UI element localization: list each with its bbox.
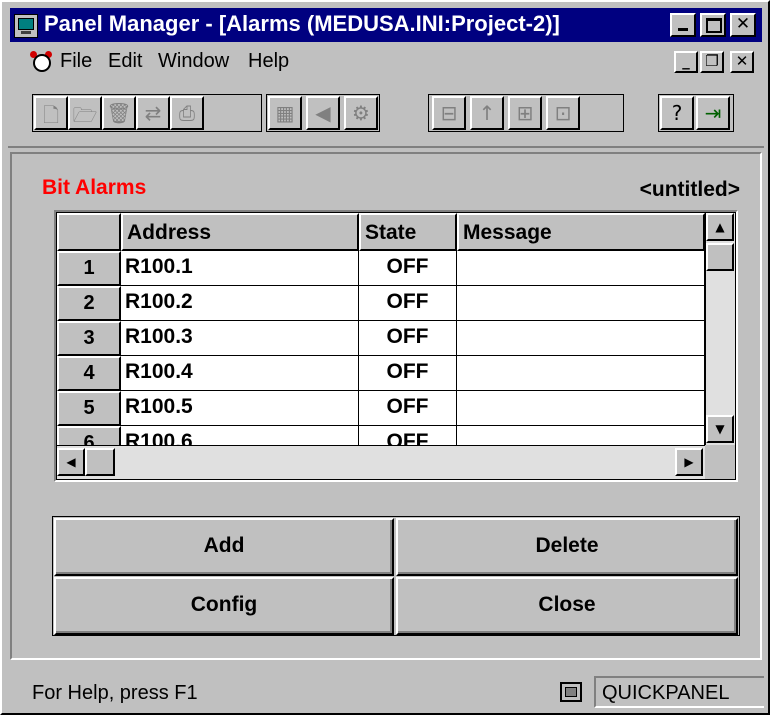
address-cell[interactable]: R100.4 bbox=[121, 356, 359, 391]
status-bar: For Help, press F1 QUICKPANEL bbox=[10, 674, 764, 710]
document-name: <untitled> bbox=[639, 178, 740, 201]
menu-window[interactable]: Window bbox=[158, 50, 229, 73]
app-window: Panel Manager - [Alarms (MEDUSA.INI:Proj… bbox=[0, 0, 770, 715]
export-button[interactable]: ⊡ bbox=[546, 96, 580, 130]
state-cell[interactable]: OFF bbox=[359, 251, 457, 286]
row-number[interactable]: 3 bbox=[57, 321, 121, 356]
message-cell[interactable] bbox=[457, 286, 705, 321]
help-pointer-icon: ? bbox=[671, 101, 683, 125]
row-number[interactable]: 1 bbox=[57, 251, 121, 286]
table-row[interactable]: 2 R100.2 OFF bbox=[57, 286, 707, 321]
message-cell[interactable] bbox=[457, 391, 705, 426]
message-cell[interactable] bbox=[457, 321, 705, 356]
help-pointer-button[interactable]: ? bbox=[660, 96, 694, 130]
new-document-icon: 🗋 bbox=[42, 103, 60, 127]
menu-file[interactable]: File bbox=[60, 50, 92, 73]
print-button[interactable]: ⎙ bbox=[170, 96, 204, 130]
scroll-down-button[interactable]: ▼ bbox=[706, 415, 734, 443]
delete-button[interactable]: Delete bbox=[396, 518, 738, 576]
alarm-button[interactable]: ⚙ bbox=[344, 96, 378, 130]
mdi-close-button[interactable]: ✕ bbox=[730, 51, 754, 73]
vertical-scroll-thumb[interactable] bbox=[706, 243, 734, 271]
column-header-message[interactable]: Message bbox=[457, 213, 705, 251]
scroll-right-button[interactable]: ▶ bbox=[675, 448, 703, 476]
window-title: Panel Manager - [Alarms (MEDUSA.INI:Proj… bbox=[44, 11, 560, 36]
keypad-button[interactable]: ▦ bbox=[268, 96, 302, 130]
menu-bar: File Edit Window Help _ ❐ ✕ bbox=[10, 46, 762, 78]
scroll-left-button[interactable]: ◀ bbox=[57, 448, 85, 476]
grid-body: Address State Message 1 R100.1 OFF 2 R10… bbox=[56, 212, 736, 480]
table-row[interactable]: 5 R100.5 OFF bbox=[57, 391, 707, 426]
add-button[interactable]: Add bbox=[54, 518, 394, 576]
maximize-button[interactable] bbox=[700, 13, 726, 37]
section-title: Bit Alarms bbox=[42, 176, 147, 199]
exit-button[interactable]: ⇥ bbox=[696, 96, 730, 130]
message-cell[interactable] bbox=[457, 356, 705, 391]
address-cell[interactable]: R100.1 bbox=[121, 251, 359, 286]
upload-arrow-icon: ↑ bbox=[478, 101, 496, 125]
menu-help[interactable]: Help bbox=[248, 50, 289, 73]
toolbar: 🗋 🗁 🗑 ⇄ ⎙ ▦ ◀ ⚙ ⊟ ↑ ⊞ ⊡ ? ⇥ bbox=[8, 84, 764, 148]
state-cell[interactable]: OFF bbox=[359, 286, 457, 321]
alarm-icon: ⚙ bbox=[352, 101, 370, 125]
table-row[interactable]: 1 R100.1 OFF bbox=[57, 251, 707, 286]
status-help-text: For Help, press F1 bbox=[32, 682, 198, 704]
row-number[interactable]: 2 bbox=[57, 286, 121, 321]
column-header-address[interactable]: Address bbox=[121, 213, 359, 251]
transfer-icon: ⇄ bbox=[144, 101, 162, 125]
horizontal-scrollbar[interactable]: ◀ ▶ bbox=[57, 445, 705, 479]
trash-button[interactable]: 🗑 bbox=[102, 96, 136, 130]
title-bar[interactable]: Panel Manager - [Alarms (MEDUSA.INI:Proj… bbox=[10, 8, 762, 42]
scroll-up-button[interactable]: ▲ bbox=[706, 213, 734, 241]
compare-icon: ⊞ bbox=[516, 101, 534, 125]
message-cell[interactable] bbox=[457, 251, 705, 286]
vertical-scrollbar[interactable]: ▲ ▼ bbox=[705, 213, 735, 445]
address-cell[interactable]: R100.2 bbox=[121, 286, 359, 321]
horizontal-scroll-thumb[interactable] bbox=[85, 448, 115, 476]
printer-icon: ⎙ bbox=[179, 101, 195, 125]
row-number[interactable]: 4 bbox=[57, 356, 121, 391]
new-document-button[interactable]: 🗋 bbox=[34, 96, 68, 130]
table-row[interactable]: 3 R100.3 OFF bbox=[57, 321, 707, 356]
minimize-button[interactable] bbox=[670, 13, 696, 37]
connection-indicator-icon bbox=[560, 682, 582, 702]
alarm-clock-icon[interactable] bbox=[30, 51, 52, 73]
address-cell[interactable]: R100.3 bbox=[121, 321, 359, 356]
corner-header[interactable] bbox=[57, 213, 121, 251]
config-button[interactable]: Config bbox=[54, 577, 394, 635]
open-folder-icon: 🗁 bbox=[72, 103, 98, 127]
mdi-restore-button[interactable]: ❐ bbox=[700, 51, 724, 73]
monitor-icon bbox=[18, 18, 34, 30]
address-cell[interactable]: R100.5 bbox=[121, 391, 359, 426]
exit-door-icon: ⇥ bbox=[704, 101, 722, 125]
alarm-grid[interactable]: Address State Message 1 R100.1 OFF 2 R10… bbox=[54, 210, 738, 482]
tag-button[interactable]: ◀ bbox=[306, 96, 340, 130]
trash-icon: 🗑 bbox=[106, 101, 132, 125]
state-cell[interactable]: OFF bbox=[359, 321, 457, 356]
tag-icon: ◀ bbox=[315, 101, 331, 125]
compare-button[interactable]: ⊞ bbox=[508, 96, 542, 130]
row-number[interactable]: 5 bbox=[57, 391, 121, 426]
open-folder-button[interactable]: 🗁 bbox=[68, 96, 102, 130]
scroll-corner bbox=[705, 445, 735, 479]
upload-button[interactable]: ↑ bbox=[470, 96, 504, 130]
column-header-state[interactable]: State bbox=[359, 213, 457, 251]
menu-edit[interactable]: Edit bbox=[108, 50, 142, 73]
download-icon: ⊟ bbox=[440, 101, 458, 125]
keypad-icon: ▦ bbox=[275, 101, 295, 125]
transfer-button[interactable]: ⇄ bbox=[136, 96, 170, 130]
download-button[interactable]: ⊟ bbox=[432, 96, 466, 130]
app-icon[interactable] bbox=[14, 14, 38, 38]
close-window-button[interactable]: ✕ bbox=[730, 13, 756, 37]
state-cell[interactable]: OFF bbox=[359, 356, 457, 391]
clock-face bbox=[33, 54, 51, 72]
mdi-minimize-button[interactable]: _ bbox=[674, 51, 698, 73]
close-button[interactable]: Close bbox=[396, 577, 738, 635]
monitor-base bbox=[21, 31, 31, 34]
export-icon: ⊡ bbox=[554, 101, 572, 125]
table-row[interactable]: 4 R100.4 OFF bbox=[57, 356, 707, 391]
status-pane: QUICKPANEL bbox=[594, 676, 764, 708]
state-cell[interactable]: OFF bbox=[359, 391, 457, 426]
